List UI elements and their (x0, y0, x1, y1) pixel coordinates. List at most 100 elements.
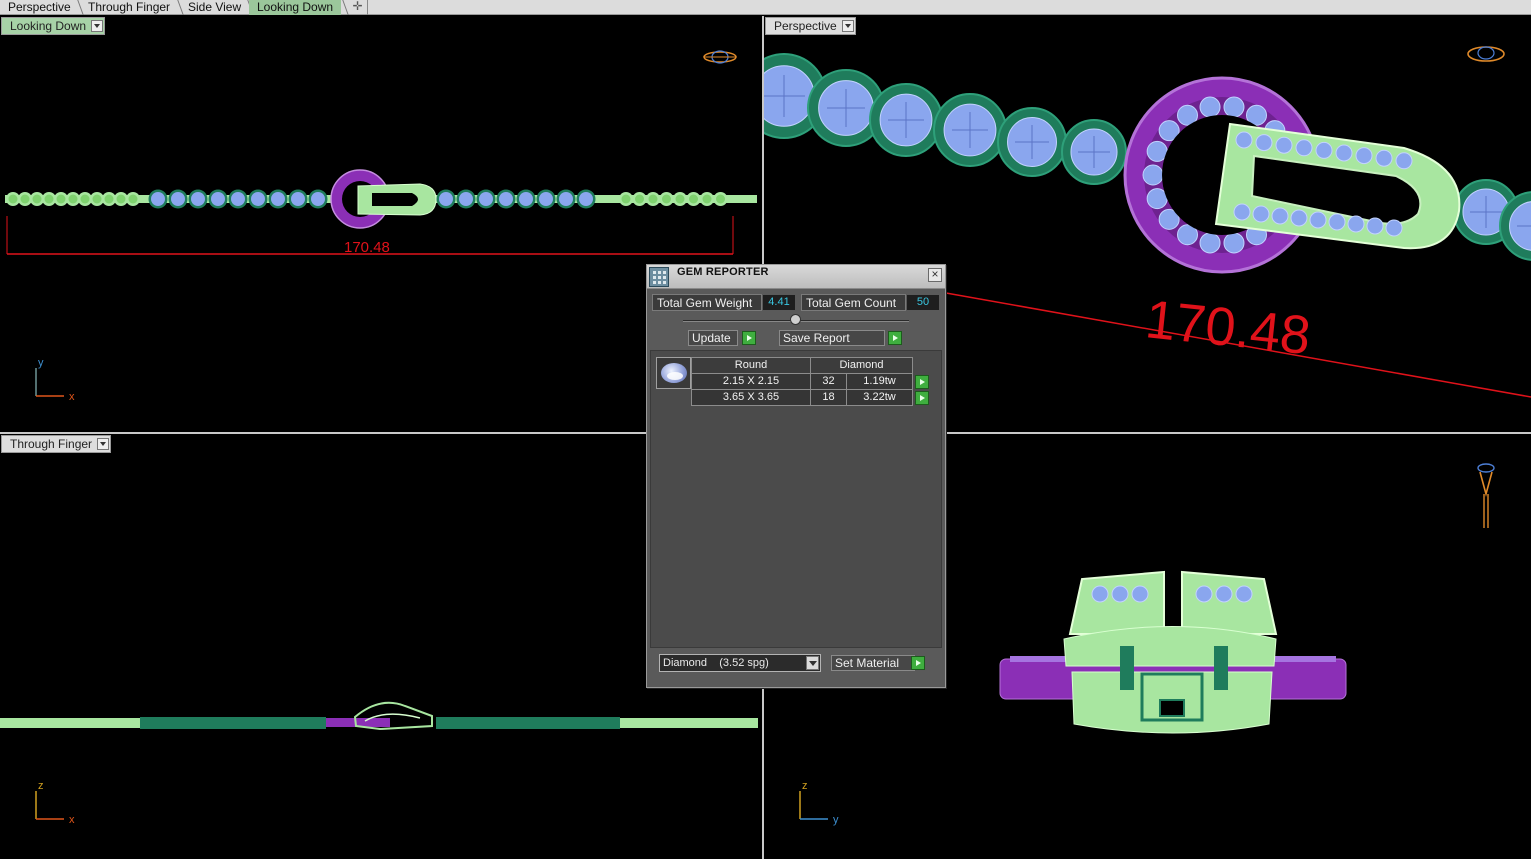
view-tab-strip: Perspective Through Finger Side View Loo… (0, 0, 1531, 15)
gem (621, 194, 631, 204)
gem (1328, 213, 1346, 231)
gem (171, 192, 185, 206)
total-gem-count-label: Total Gem Count (801, 294, 906, 311)
tab-label: Side View (188, 0, 242, 14)
gem-size: 3.65 X 3.65 (691, 389, 811, 406)
viewport-name: Perspective (774, 19, 837, 33)
play-arrow-icon[interactable] (742, 331, 756, 345)
viewport-label-through-finger[interactable]: Through Finger (1, 435, 112, 453)
tab-looking-down[interactable]: Looking Down (249, 0, 349, 15)
gem (1347, 215, 1365, 233)
gem (44, 194, 54, 204)
svg-text:x: x (69, 391, 75, 403)
play-arrow-icon[interactable] (915, 390, 929, 405)
gem-size: 2.15 X 2.15 (691, 373, 811, 390)
gem (1290, 209, 1308, 227)
gem (151, 192, 165, 206)
slider-knob[interactable] (790, 314, 801, 325)
dialog-titlebar[interactable]: GEM REPORTER × (647, 265, 945, 289)
gem (271, 192, 285, 206)
round-gem-thumbnail[interactable] (656, 357, 691, 389)
gem (1235, 585, 1253, 603)
gem-reporter-icon (649, 267, 669, 287)
table-row[interactable]: 3.65 X 3.65 18 3.22tw (691, 389, 931, 406)
band-segment (140, 717, 326, 729)
svg-text:z: z (38, 780, 44, 792)
gem (702, 194, 712, 204)
gem (539, 192, 553, 206)
plus-icon[interactable]: ✛ (348, 0, 368, 15)
gem (1395, 152, 1413, 170)
table-row[interactable]: 2.15 X 2.15 32 1.19tw (691, 373, 931, 390)
viewport-label-looking-down[interactable]: Looking Down (1, 17, 106, 35)
tab-side-view[interactable]: Side View (180, 0, 254, 15)
total-gem-count-value: 50 (907, 295, 939, 310)
gem (1146, 140, 1168, 162)
viewport-label-perspective[interactable]: Perspective (765, 17, 856, 35)
gem (291, 192, 305, 206)
tongue-left (1068, 570, 1165, 635)
gem (1146, 188, 1168, 210)
gem (1235, 131, 1253, 149)
dimension-text: 170.48 (344, 239, 390, 256)
gem (104, 194, 114, 204)
gem (1233, 203, 1251, 221)
save-report-button[interactable]: Save Report (779, 330, 885, 346)
tab-perspective[interactable]: Perspective (0, 0, 84, 15)
gem-count: 18 (810, 389, 847, 406)
gem (1142, 164, 1164, 186)
gem (1309, 211, 1327, 229)
gem (1111, 585, 1129, 603)
play-arrow-icon[interactable] (888, 331, 902, 345)
gem (32, 194, 42, 204)
tab-through-finger[interactable]: Through Finger (80, 0, 184, 15)
gem-table: Round Diamond 2.15 X 2.15 32 1.19tw 3.65… (691, 357, 931, 406)
gem (519, 192, 533, 206)
play-arrow-icon[interactable] (915, 374, 929, 389)
chevron-down-icon[interactable] (806, 656, 819, 670)
total-gem-weight-label: Total Gem Weight (652, 294, 762, 311)
gem-count: 32 (810, 373, 847, 390)
gem (1355, 147, 1373, 165)
gem (1223, 96, 1245, 118)
view-cube-icon (703, 50, 737, 64)
gem (1295, 139, 1313, 157)
gem (1275, 136, 1293, 154)
svg-text:z: z (802, 780, 808, 792)
gem (1199, 232, 1221, 254)
viewport-name: Looking Down (10, 19, 87, 33)
gem (191, 192, 205, 206)
gem (1335, 144, 1353, 162)
tab-label: Looking Down (257, 0, 334, 14)
svg-text:y: y (833, 814, 839, 826)
gem (231, 192, 245, 206)
play-arrow-icon[interactable] (911, 656, 925, 670)
gem-material-header: Diamond (810, 357, 913, 374)
gem (128, 194, 138, 204)
clasp-post (1120, 646, 1134, 690)
gem (56, 194, 66, 204)
dimension-text: 170.48 (1143, 289, 1314, 366)
gem (559, 192, 573, 206)
gem-reporter-dialog: GEM REPORTER × Total Gem Weight 4.41 Tot… (646, 264, 946, 688)
material-select[interactable]: Diamond (3.52 spg) (659, 654, 821, 672)
gem (20, 194, 30, 204)
gem-weight: 3.22tw (846, 389, 913, 406)
chevron-down-icon[interactable] (97, 438, 110, 450)
svg-text:y: y (38, 357, 44, 369)
gem (459, 192, 473, 206)
view-cube-icon (1467, 46, 1505, 62)
gem (648, 194, 658, 204)
gem (662, 194, 671, 204)
axis-gizmo: y x (35, 357, 75, 403)
viewport-name: Through Finger (10, 437, 93, 451)
gem (92, 194, 102, 204)
set-material-button[interactable]: Set Material (831, 655, 915, 671)
gem (579, 192, 593, 206)
gem (1255, 134, 1273, 152)
chevron-down-icon[interactable] (841, 20, 854, 32)
chevron-down-icon[interactable] (91, 20, 104, 32)
close-icon[interactable]: × (928, 268, 942, 282)
dialog-title: GEM REPORTER (677, 266, 769, 278)
update-button[interactable]: Update (688, 330, 738, 346)
